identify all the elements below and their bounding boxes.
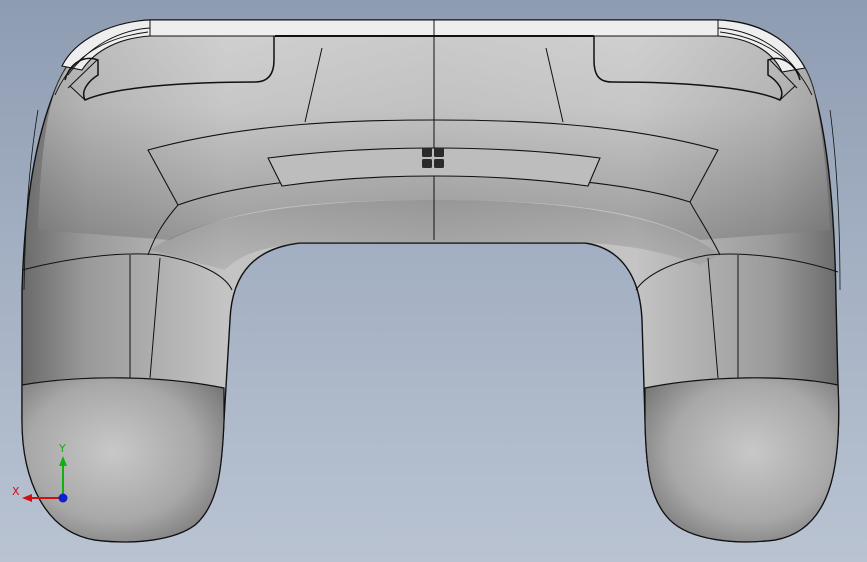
triad-x-label: X xyxy=(12,485,20,498)
triad-y-label: Y xyxy=(58,442,66,455)
coordinate-triad: Y X xyxy=(12,442,68,503)
right-grip xyxy=(644,377,840,543)
controller-model[interactable] xyxy=(0,0,867,562)
3d-viewport[interactable]: Y X xyxy=(0,0,867,562)
